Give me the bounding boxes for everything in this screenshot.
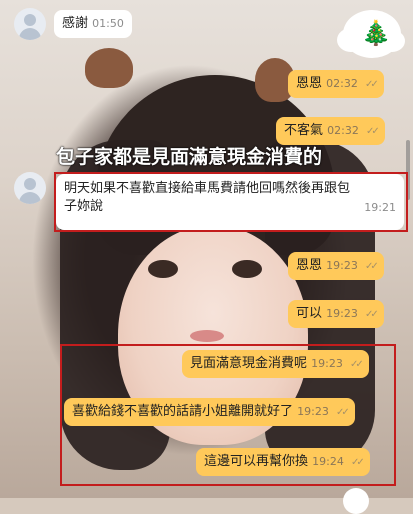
message-bubble-outgoing[interactable]: 不客氣 02:32 ✓✓: [276, 117, 385, 145]
christmas-tree-icon: 🎄: [361, 19, 391, 47]
scroll-down-button[interactable]: [343, 488, 369, 514]
avatar[interactable]: [14, 8, 46, 40]
highlight-box: [54, 172, 408, 232]
message-text: 恩恩: [296, 76, 323, 91]
wallpaper-eye-right: [232, 260, 262, 278]
avatar-head: [24, 14, 36, 26]
message-text: 恩恩: [296, 258, 323, 273]
message-text: 感謝: [62, 16, 89, 31]
wallpaper-antler-left: [85, 48, 133, 88]
message-time: 01:50: [92, 17, 124, 30]
message-time: 02:32: [327, 124, 359, 137]
read-check-icon: ✓✓: [365, 309, 379, 320]
read-check-icon: ✓✓: [366, 126, 380, 137]
message-bubble-outgoing[interactable]: 恩恩 19:23 ✓✓: [288, 252, 384, 280]
overlay-caption: 包子家都是見面滿意現金消費的: [56, 146, 323, 168]
message-text: 不客氣: [284, 123, 324, 138]
avatar-body: [19, 28, 41, 40]
wallpaper-eye-left: [148, 260, 178, 278]
avatar-body: [19, 192, 41, 204]
message-text: 可以: [296, 306, 323, 321]
avatar-head: [24, 178, 36, 190]
sticker[interactable]: 🎄: [337, 10, 405, 58]
message-bubble-outgoing[interactable]: 可以 19:23 ✓✓: [288, 300, 384, 328]
message-time: 02:32: [326, 77, 358, 90]
avatar[interactable]: [14, 172, 46, 204]
read-check-icon: ✓✓: [365, 79, 379, 90]
read-check-icon: ✓✓: [365, 261, 379, 272]
wallpaper-lips: [190, 330, 224, 342]
message-bubble-outgoing[interactable]: 恩恩 02:32 ✓✓: [288, 70, 384, 98]
highlight-box: [60, 344, 396, 486]
message-bubble-incoming[interactable]: 感謝 01:50: [54, 10, 132, 38]
message-time: 19:23: [326, 307, 358, 320]
message-time: 19:23: [326, 259, 358, 272]
